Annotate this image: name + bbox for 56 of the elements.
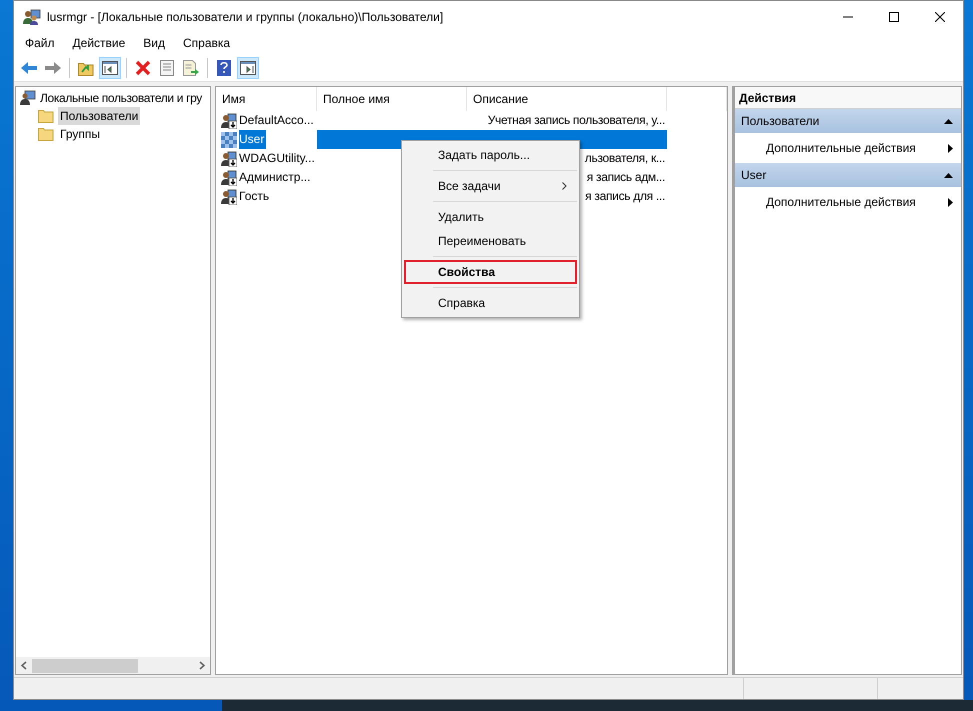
maximize-icon [889, 12, 899, 22]
menu-item[interactable]: Файл [16, 33, 64, 54]
menu-item[interactable]: Справка [174, 33, 240, 54]
computer-users-icon [20, 90, 36, 106]
delete-icon [135, 60, 151, 76]
menu-item[interactable]: Удалить [404, 205, 577, 229]
user-name[interactable]: Администр... [239, 168, 312, 187]
back-arrow-icon [21, 60, 37, 74]
horizontal-scrollbar[interactable] [16, 657, 210, 674]
menu-item[interactable]: Справка [404, 291, 577, 315]
user-icon [221, 150, 237, 166]
section-header[interactable]: Пользователи [735, 109, 961, 133]
user-name[interactable]: DefaultAcco... [239, 111, 316, 130]
menu-item[interactable]: Свойства [404, 260, 577, 284]
description-text: я запись для ... [585, 189, 665, 203]
column-header[interactable]: Описание [467, 87, 667, 111]
user-icon [221, 112, 237, 128]
description-text: льзователя, к... [584, 151, 665, 165]
menu-item[interactable]: Действие [64, 33, 134, 54]
user-icon [221, 170, 237, 186]
actions-title: Действия [735, 87, 961, 109]
triangle-right-icon [948, 198, 953, 206]
user-name[interactable]: User [239, 130, 266, 149]
column-header[interactable]: Полное имя [317, 87, 467, 111]
user-name[interactable]: WDAGUtility... [239, 149, 317, 168]
toolbar-button[interactable] [99, 56, 121, 78]
section-header[interactable]: User [735, 163, 961, 187]
user-icon [221, 132, 237, 148]
triangle-right-icon [948, 144, 953, 152]
menu-item[interactable]: Вид [134, 33, 174, 54]
console-tree-icon [102, 60, 118, 74]
users-app-icon [23, 9, 41, 25]
action-link[interactable]: Дополнительные действия [735, 133, 961, 163]
action-pane-icon [240, 60, 256, 74]
forward-arrow-icon [45, 60, 61, 74]
help-icon [217, 60, 231, 76]
toolbar-button[interactable] [237, 56, 259, 78]
menu-item[interactable]: Задать пароль... [404, 143, 577, 167]
properties-icon [160, 60, 174, 76]
close-icon [935, 12, 945, 22]
folder-icon [38, 127, 54, 141]
column-header[interactable]: Имя [216, 87, 317, 111]
description-text: Учетная запись пользователя, у... [488, 113, 665, 127]
action-link[interactable]: Дополнительные действия [735, 187, 961, 217]
user-name[interactable]: Гость [239, 187, 272, 206]
tree-item[interactable]: Локальные пользователи и гру [40, 89, 202, 107]
menu-item[interactable]: Все задачи [404, 174, 577, 198]
export-list-icon [183, 60, 199, 76]
menu-item[interactable]: Переименовать [404, 229, 577, 253]
window-title: lusrmgr - [Локальные пользователи и группы (локально)\Пользователи] [47, 9, 444, 26]
chevron-right-icon [562, 182, 567, 190]
user-icon [221, 188, 237, 204]
folder-icon [38, 109, 54, 123]
tree-item[interactable]: Группы [58, 125, 102, 143]
tree-item[interactable]: Пользователи [58, 107, 140, 125]
description-text: я запись адм... [586, 170, 665, 184]
